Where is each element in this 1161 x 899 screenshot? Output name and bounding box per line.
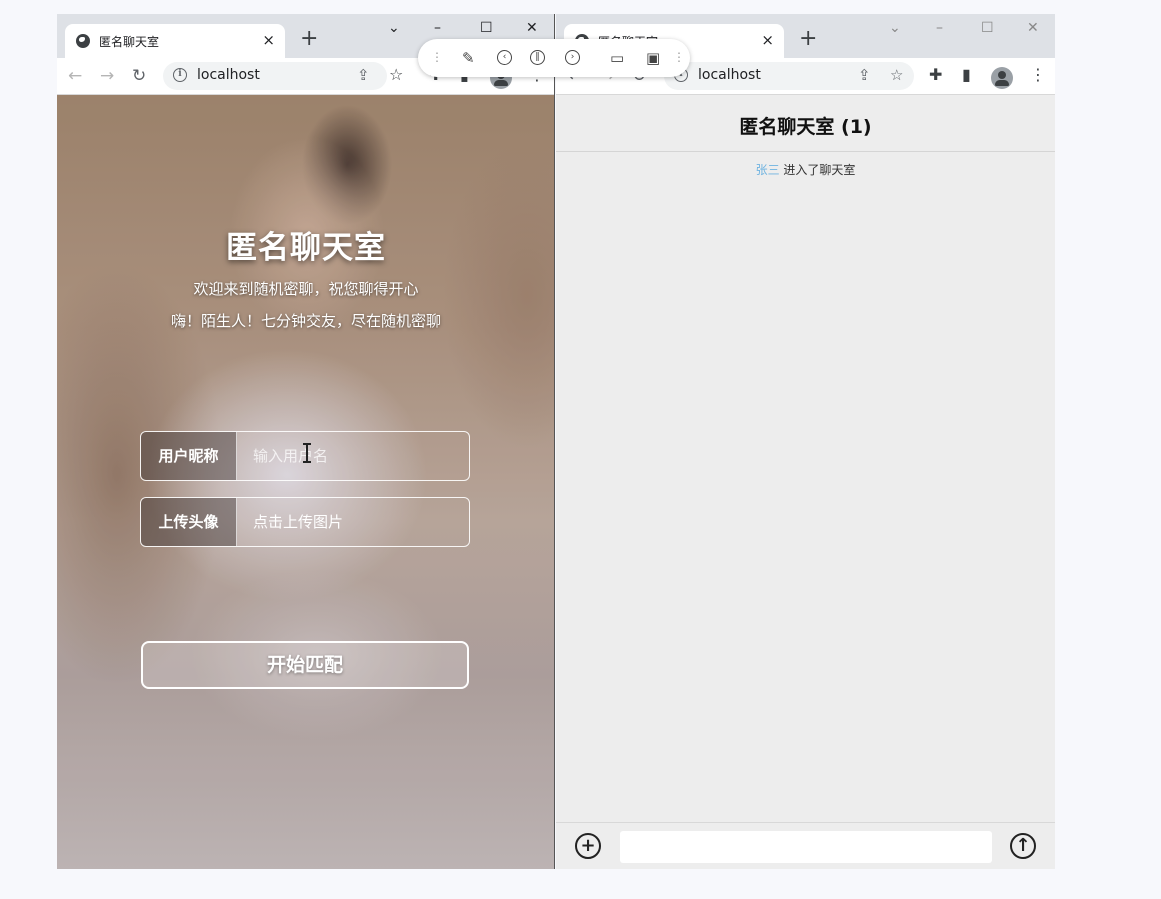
profile-avatar-icon[interactable] bbox=[991, 67, 1013, 89]
globe-icon bbox=[76, 34, 90, 48]
browser-tab[interactable]: 匿名聊天室 × bbox=[65, 24, 285, 58]
nickname-label: 用户昵称 bbox=[141, 432, 237, 480]
rewind-icon[interactable]: ‹ bbox=[497, 50, 512, 65]
chat-title: 匿名聊天室 (1) bbox=[739, 116, 872, 138]
minimize-button[interactable]: – bbox=[434, 20, 441, 36]
tab-title: 匿名聊天室 bbox=[99, 35, 160, 49]
bookmark-star-icon[interactable]: ☆ bbox=[890, 66, 903, 84]
welcome-text: 欢迎来到随机密聊，祝您聊得开心 bbox=[193, 280, 419, 298]
site-info-icon[interactable]: i bbox=[173, 68, 187, 82]
back-icon[interactable]: ← bbox=[68, 67, 82, 85]
drag-handle-icon[interactable]: ⋮ bbox=[431, 49, 443, 65]
save-as-icon[interactable]: ▣ bbox=[646, 49, 660, 67]
extensions-icon[interactable]: ✚ bbox=[929, 66, 942, 84]
close-window-button[interactable]: ✕ bbox=[1027, 20, 1039, 36]
forward-icon[interactable]: → bbox=[100, 67, 114, 85]
share-icon[interactable]: ⇪ bbox=[858, 66, 871, 84]
annotate-icon[interactable]: ✎ bbox=[462, 49, 475, 67]
new-tab-button[interactable]: + bbox=[799, 27, 817, 51]
chat-page: 匿名聊天室 (1) 张三 进入了聊天室 + ↑ bbox=[556, 95, 1055, 869]
system-message-text: 进入了聊天室 bbox=[779, 163, 856, 177]
chat-input-bar: + ↑ bbox=[556, 822, 1055, 869]
recorder-toolbar: ⋮ ✎ ‹ ‖ › ▭ ▣ ⋮ bbox=[418, 39, 690, 77]
pause-icon[interactable]: ‖ bbox=[530, 50, 545, 65]
avatar-upload-input[interactable]: 点击上传图片 bbox=[237, 498, 469, 546]
maximize-button[interactable]: ☐ bbox=[981, 20, 994, 36]
address-text: localhost bbox=[197, 67, 260, 83]
nickname-field: 用户昵称 bbox=[140, 431, 470, 481]
maximize-button[interactable]: ☐ bbox=[480, 20, 493, 36]
fast-forward-icon[interactable]: › bbox=[565, 50, 580, 65]
add-attachment-icon[interactable]: + bbox=[575, 833, 601, 859]
login-page: 匿名聊天室 欢迎来到随机密聊，祝您聊得开心 嗨！陌生人！七分钟交友，尽在随机密聊… bbox=[57, 95, 554, 869]
bookmark-star-icon[interactable]: ☆ bbox=[389, 66, 403, 84]
message-input[interactable] bbox=[620, 831, 992, 863]
text-cursor-icon bbox=[303, 443, 311, 463]
more-options-icon[interactable]: ⋮ bbox=[673, 49, 685, 65]
tagline-text: 嗨！陌生人！七分钟交友，尽在随机密聊 bbox=[170, 312, 441, 330]
header-divider bbox=[556, 151, 1055, 152]
tab-close-button[interactable]: × bbox=[262, 31, 275, 49]
nickname-input[interactable] bbox=[237, 432, 469, 480]
menu-dots-icon[interactable]: ⋮ bbox=[1030, 66, 1046, 84]
joined-username: 张三 bbox=[755, 163, 780, 177]
system-message: 张三 进入了聊天室 bbox=[556, 161, 1055, 178]
left-browser-window: 匿名聊天室 × + ⌄ – ☐ ✕ ← → ↻ i localhost ⇪ ☆ … bbox=[57, 14, 555, 869]
save-icon[interactable]: ▭ bbox=[610, 49, 624, 67]
avatar-upload-field[interactable]: 上传头像 点击上传图片 bbox=[140, 497, 470, 547]
avatar-upload-label: 上传头像 bbox=[141, 498, 237, 546]
share-icon[interactable]: ⇪ bbox=[357, 66, 370, 84]
side-panel-icon[interactable]: ▮ bbox=[962, 66, 971, 84]
tab-close-button[interactable]: × bbox=[761, 31, 774, 49]
tab-search-button[interactable]: ⌄ bbox=[388, 20, 400, 36]
address-text: localhost bbox=[698, 67, 761, 83]
close-window-button[interactable]: ✕ bbox=[526, 20, 538, 36]
new-tab-button[interactable]: + bbox=[300, 27, 318, 51]
start-match-button[interactable]: 开始匹配 bbox=[141, 641, 469, 689]
minimize-button[interactable]: – bbox=[936, 20, 943, 36]
send-icon[interactable]: ↑ bbox=[1010, 833, 1036, 859]
right-browser-window: 匿名聊天室 × + ⌄ – ☐ ✕ ← → ↻ i localhost ⇪ ☆ … bbox=[556, 14, 1055, 869]
address-bar[interactable]: i localhost ⇪ ☆ bbox=[664, 62, 914, 90]
address-bar[interactable]: i localhost ⇪ bbox=[163, 62, 387, 90]
background-photo bbox=[57, 95, 554, 869]
reload-icon[interactable]: ↻ bbox=[132, 67, 146, 85]
tab-search-button[interactable]: ⌄ bbox=[889, 20, 901, 36]
page-title: 匿名聊天室 bbox=[226, 230, 386, 266]
